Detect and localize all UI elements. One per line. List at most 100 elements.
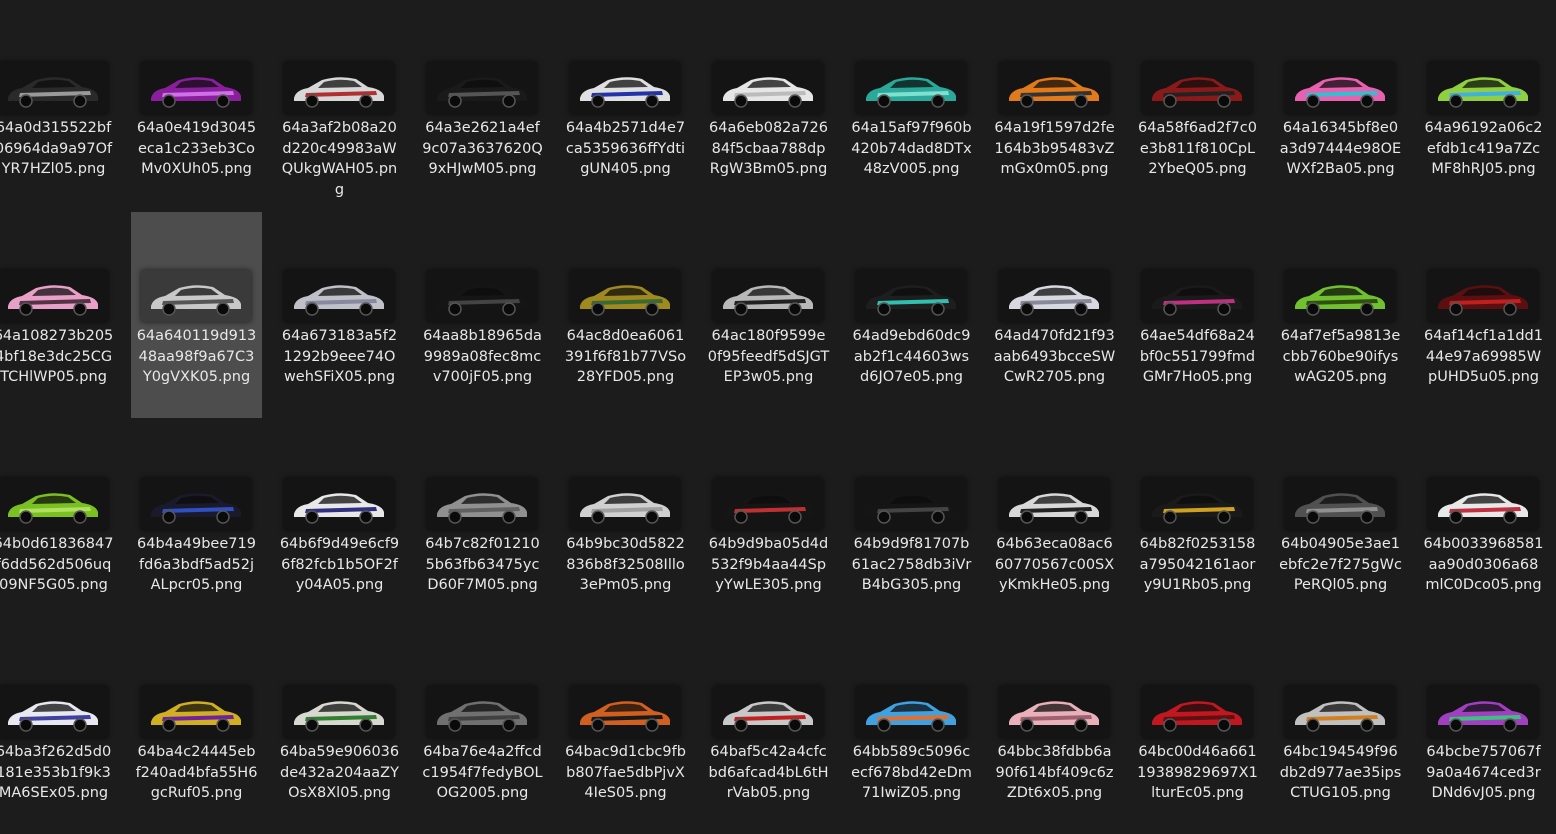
file-item[interactable]: 64b9d9ba05d4d532f9b4aa44SpyYwLE305.png <box>703 420 834 626</box>
car-wheel <box>1163 302 1177 316</box>
car-thumbnail <box>856 478 966 530</box>
file-item[interactable]: 64ba4c24445ebf240ad4bfa55H6gcRuf05.png <box>131 628 262 834</box>
file-item[interactable]: 64a640119d91348aa98f9a67C3Y0gVXK05.png <box>131 212 262 418</box>
file-item[interactable]: 64b82f0253158a795042161aory9U1Rb05.png <box>1132 420 1263 626</box>
car-wheel <box>502 94 516 108</box>
car-wheel <box>502 302 516 316</box>
car-silhouette-icon <box>8 493 98 524</box>
car-silhouette-icon <box>1438 77 1528 108</box>
file-item[interactable]: 64b7c82f012105b63fb63475ycD60F7M05.png <box>417 420 548 626</box>
car-wheel <box>305 510 319 524</box>
car-wheel <box>359 302 373 316</box>
car-wheel <box>1217 302 1231 316</box>
file-item[interactable]: 64b9d9f81707b61ac2758db3iVrB4bG305.png <box>846 420 977 626</box>
car-wheel <box>1449 302 1463 316</box>
car-thumbnail <box>1428 270 1538 322</box>
file-name-label: 64a108273b2054bf18e3dc25CGTCHlWP05.png <box>0 328 114 385</box>
car-thumbnail <box>570 478 680 530</box>
car-wheel <box>1074 94 1088 108</box>
file-item[interactable]: 64a58f6ad2f7c0e3b811f810CpL2YbeQ05.png <box>1132 4 1263 210</box>
file-item[interactable]: 64ac180f9599e0f95feedf5dSJGTEP3w05.png <box>703 212 834 418</box>
file-item[interactable]: 64b04905e3ae1ebfc2e7f275gWcPeRQl05.png <box>1275 420 1406 626</box>
car-silhouette-icon <box>866 285 956 316</box>
file-item[interactable]: 64bbc38fdbb6a90f614bf409c6zZDt6x05.png <box>989 628 1120 834</box>
file-item[interactable]: 64af7ef5a9813ecbb760be90ifyswAG205.png <box>1275 212 1406 418</box>
car-wheel <box>591 94 605 108</box>
file-item[interactable]: 64a4b2571d4e7ca5359636ffYdtigUN405.png <box>560 4 691 210</box>
car-wheel <box>877 94 891 108</box>
car-silhouette-icon <box>866 77 956 108</box>
car-silhouette-icon <box>294 701 384 732</box>
file-item[interactable]: 64a96192a06c2efdb1c419a7ZcMF8hRJ05.png <box>1418 4 1549 210</box>
car-wheel <box>734 302 748 316</box>
car-silhouette-icon <box>1295 701 1385 732</box>
file-name-label: 64bc00d46a66119389829697X1lturEc05.png <box>1137 744 1258 801</box>
file-item[interactable]: 64a0e419d3045eca1c233eb3CoMv0XUh05.png <box>131 4 262 210</box>
file-item[interactable]: 64ad470fd21f93aab6493bcceSWCwR2705.png <box>989 212 1120 418</box>
car-wheel <box>1360 302 1374 316</box>
file-name-label: 64a15af97f960b420b74dad8DTx48zV005.png <box>851 120 972 177</box>
file-name-label: 64b6f9d49e6cf96f82fcb1b5OF2fy04A05.png <box>279 536 400 593</box>
file-item[interactable]: 64a673183a5f21292b9eee74OwehSFiX05.png <box>274 212 405 418</box>
car-silhouette-icon <box>723 701 813 732</box>
car-wheel <box>645 510 659 524</box>
car-thumbnail <box>141 270 251 322</box>
car-thumbnail <box>427 270 537 322</box>
car-wheel <box>931 94 945 108</box>
file-item[interactable]: 64b0d61836847f6dd562d506uq09NF5G05.png <box>0 420 119 626</box>
file-item[interactable]: 64a15af97f960b420b74dad8DTx48zV005.png <box>846 4 977 210</box>
car-silhouette-icon <box>723 77 813 108</box>
car-wheel <box>591 718 605 732</box>
file-name-label: 64a0d315522bf06964da9a97OfYR7HZl05.png <box>0 120 113 177</box>
file-item[interactable]: 64ba76e4a2ffcdc1954f7fedyBOLOG2005.png <box>417 628 548 834</box>
car-thumbnail <box>999 270 1109 322</box>
file-item[interactable]: 64baf5c42a4cfcbd6afcad4bL6tHrVab05.png <box>703 628 834 834</box>
file-item[interactable]: 64a0d315522bf06964da9a97OfYR7HZl05.png <box>0 4 119 210</box>
file-item[interactable]: 64a3af2b08a20d220c49983aWQUkgWAH05.png <box>274 4 405 210</box>
file-item[interactable]: 64bc00d46a66119389829697X1lturEc05.png <box>1132 628 1263 834</box>
car-wheel <box>1306 510 1320 524</box>
file-item[interactable]: 64a6eb082a72684f5cbaa788dpRgW3Bm05.png <box>703 4 834 210</box>
file-item[interactable]: 64ae54df68a24bf0c551799fmdGMr7Ho05.png <box>1132 212 1263 418</box>
file-item[interactable]: 64a108273b2054bf18e3dc25CGTCHlWP05.png <box>0 212 119 418</box>
file-item[interactable]: 64ad9ebd60dc9ab2f1c44603wsd6JO7e05.png <box>846 212 977 418</box>
file-item[interactable]: 64bc194549f96db2d977ae35ipsCTUG105.png <box>1275 628 1406 834</box>
car-wheel <box>448 510 462 524</box>
car-wheel <box>162 94 176 108</box>
car-wheel <box>1503 718 1517 732</box>
file-item[interactable]: 64bcbe757067f9a0a4674ced3rDNd6vJ05.png <box>1418 628 1549 834</box>
file-item[interactable]: 64a19f1597d2fe164b3b95483vZmGx0m05.png <box>989 4 1120 210</box>
car-wheel <box>73 510 87 524</box>
file-item[interactable]: 64aa8b18965da9989a08fec8mcv700jF05.png <box>417 212 548 418</box>
file-item[interactable]: 64a16345bf8e0a3d97444e98OEWXf2Ba05.png <box>1275 4 1406 210</box>
file-item[interactable]: 64af14cf1a1dd144e97a69985WpUHD5u05.png <box>1418 212 1549 418</box>
car-thumbnail <box>141 62 251 114</box>
car-wheel <box>162 510 176 524</box>
car-silhouette-icon <box>1152 285 1242 316</box>
file-item[interactable]: 64b4a49bee719fd6a3bdf5ad52jALpcr05.png <box>131 420 262 626</box>
file-name-label: 64bc194549f96db2d977ae35ipsCTUG105.png <box>1279 744 1402 801</box>
car-thumbnail <box>1285 270 1395 322</box>
file-name-label: 64bbc38fdbb6a90f614bf409c6zZDt6x05.png <box>995 744 1114 801</box>
file-name-label: 64a16345bf8e0a3d97444e98OEWXf2Ba05.png <box>1279 120 1402 177</box>
file-name-label: 64ac180f9599e0f95feedf5dSJGTEP3w05.png <box>707 328 830 385</box>
file-name-label: 64bb589c5096cecf678bd42eDm71IwiZ05.png <box>851 744 972 801</box>
car-silhouette-icon <box>1009 285 1099 316</box>
file-item[interactable]: 64ba59e906036de432a204aaZYOsX8Xl05.png <box>274 628 405 834</box>
car-silhouette-icon <box>294 493 384 524</box>
file-item[interactable]: 64a3e2621a4ef9c07a3637620Q9xHJwM05.png <box>417 4 548 210</box>
file-name-label: 64a3e2621a4ef9c07a3637620Q9xHJwM05.png <box>422 120 543 177</box>
car-wheel <box>1449 94 1463 108</box>
file-item[interactable]: 64ba3f262d5d0181e353b1f9k3MA6SEx05.png <box>0 628 119 834</box>
car-silhouette-icon <box>1009 77 1099 108</box>
file-item[interactable]: 64bac9d1cbc9fbb807fae5dbPjvX4IeS05.png <box>560 628 691 834</box>
file-item[interactable]: 64b9bc30d5822836b8f32508Illo3ePm05.png <box>560 420 691 626</box>
file-item[interactable]: 64ac8d0ea6061391f6f81b77VSo28YFD05.png <box>560 212 691 418</box>
file-item[interactable]: 64b0033968581aa90d0306a68mlC0Dco05.png <box>1418 420 1549 626</box>
file-name-label: 64ad9ebd60dc9ab2f1c44603wsd6JO7e05.png <box>852 328 971 385</box>
file-item[interactable]: 64bb589c5096cecf678bd42eDm71IwiZ05.png <box>846 628 977 834</box>
file-item[interactable]: 64b6f9d49e6cf96f82fcb1b5OF2fy04A05.png <box>274 420 405 626</box>
file-name-label: 64b9bc30d5822836b8f32508Illo3ePm05.png <box>566 536 685 593</box>
car-silhouette-icon <box>437 285 527 316</box>
file-item[interactable]: 64b63eca08ac660770567c00SXyKmkHe05.png <box>989 420 1120 626</box>
